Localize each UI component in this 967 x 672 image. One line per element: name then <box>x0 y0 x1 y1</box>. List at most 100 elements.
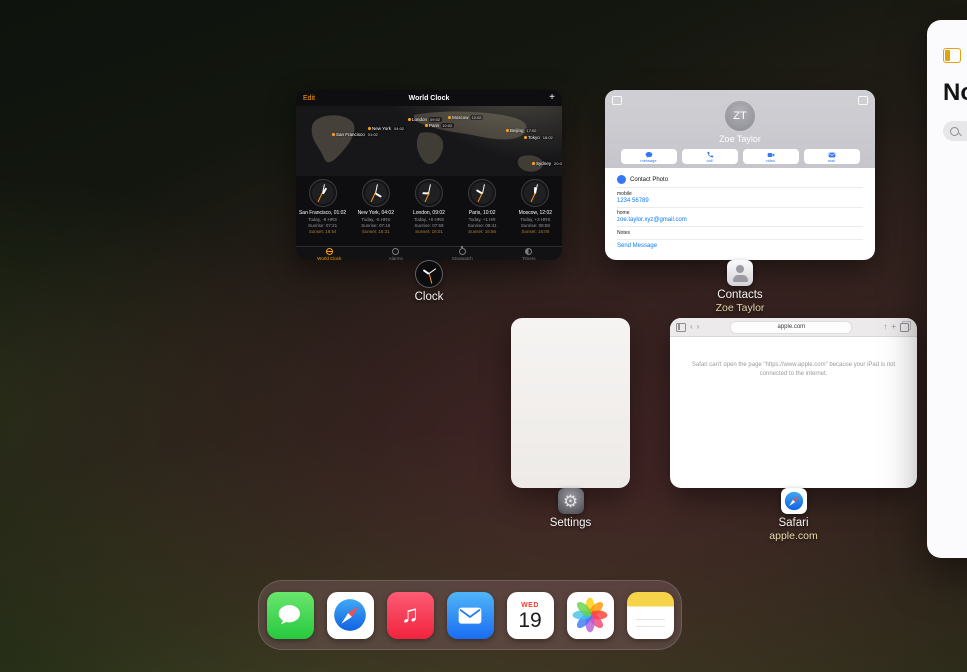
back-icon: ‹ <box>690 323 693 331</box>
phone-number-link: 1234 56789 <box>617 198 863 204</box>
settings-chip: ⚙ Settings <box>511 488 630 529</box>
analog-clock-icon <box>521 179 549 207</box>
map-city-pin: Beijing17:02 <box>506 128 538 133</box>
calendar-day: 19 <box>518 610 541 631</box>
map-city-pin: Sydney20:02 <box>532 161 562 166</box>
app-label: Safari <box>778 517 808 529</box>
notes-row: Notes <box>617 226 863 239</box>
notes-side-panel[interactable]: Notes <box>927 20 967 558</box>
world-clock-item: San Francisco, 01:02 Today, -8 HRS Sunri… <box>296 179 349 246</box>
contact-name: Zoe Taylor <box>719 134 761 144</box>
gear-icon: ⚙ <box>563 493 578 510</box>
app-switcher-screen: Edit World Clock + San Francisco01:02 Ne… <box>0 0 967 672</box>
pin-dot-icon <box>448 116 451 119</box>
app-label: Clock <box>415 291 444 303</box>
calendar-weekday: WED <box>521 602 539 609</box>
address-bar: apple.com <box>703 321 879 334</box>
clock-toolbar: Edit World Clock + <box>296 90 562 106</box>
clock-app-card[interactable]: Edit World Clock + San Francisco01:02 Ne… <box>296 90 562 260</box>
contacts-app-icon[interactable] <box>727 260 753 286</box>
sidebar-toggle-icon[interactable] <box>943 48 961 63</box>
app-sublabel: Zoe Taylor <box>716 302 765 314</box>
safari-app-icon[interactable] <box>781 488 807 514</box>
offline-error-text: Safari can't open the page "https://www.… <box>690 361 897 379</box>
tabs-icon <box>900 323 909 332</box>
edit-icon <box>858 96 868 105</box>
stopwatch-icon <box>459 248 466 255</box>
world-map: San Francisco01:02 New York04:02 London0… <box>296 106 562 176</box>
clock-tab-bar: World Clock Alarms Stopwatch Timers <box>296 246 562 260</box>
globe-icon <box>326 248 333 255</box>
add-city-button: + <box>549 93 555 103</box>
pin-dot-icon <box>506 129 509 132</box>
map-city-pin: London09:02 <box>408 117 442 122</box>
map-city-pin: Paris10:02 <box>425 123 454 128</box>
music-dock-icon[interactable]: ♫ <box>387 592 434 639</box>
clock-app-icon[interactable] <box>415 260 443 288</box>
settings-app-card[interactable] <box>511 318 630 488</box>
tab-world-clock: World Clock <box>296 248 363 261</box>
app-label: Settings <box>550 517 592 529</box>
photos-dock-icon[interactable] <box>567 592 614 639</box>
search-icon <box>950 127 959 136</box>
forward-icon: › <box>697 323 700 331</box>
clock-chip: Clock <box>296 260 562 303</box>
sidebar-toggle-icon <box>612 96 622 105</box>
map-city-pin: New York04:02 <box>368 126 406 131</box>
analog-clock-icon <box>468 179 496 207</box>
avatar: ZT <box>725 101 755 131</box>
pin-dot-icon <box>425 124 428 127</box>
timer-icon <box>525 248 532 255</box>
tab-stopwatch: Stopwatch <box>429 248 496 261</box>
safari-chip: Safari apple.com <box>670 488 917 542</box>
clock-title: World Clock <box>296 95 562 102</box>
pin-dot-icon <box>408 118 411 121</box>
analog-clock-icon <box>362 179 390 207</box>
mail-button: mail <box>804 149 860 164</box>
envelope-icon <box>454 599 486 631</box>
safari-app-card[interactable]: ‹ › apple.com ↑ + Safari can't open the … <box>670 318 917 488</box>
new-tab-icon: + <box>891 323 896 331</box>
contact-details: Contact Photo mobile 1234 56789 home zoe… <box>605 168 875 249</box>
search-input[interactable] <box>943 121 967 141</box>
world-clock-item: New York, 04:02 Today, -5 HRS Sunrise: 0… <box>349 179 402 246</box>
map-city-pin: Moscow12:02 <box>448 115 483 120</box>
contacts-chip: Contacts Zoe Taylor <box>605 260 875 314</box>
app-label: Contacts <box>717 289 762 301</box>
world-clock-row: San Francisco, 01:02 Today, -8 HRS Sunri… <box>296 176 562 246</box>
send-message-link: Send Message <box>617 239 863 249</box>
contact-photo-row: Contact Photo <box>617 172 863 187</box>
video-button: video <box>743 149 799 164</box>
map-city-pin: Tokyo18:02 <box>524 135 554 140</box>
tab-alarms: Alarms <box>363 248 430 261</box>
music-note-icon: ♫ <box>401 603 419 627</box>
safari-toolbar: ‹ › apple.com ↑ + <box>670 318 917 337</box>
contact-header: ZT Zoe Taylor message call video mail <box>605 90 875 168</box>
compass-icon <box>331 596 369 634</box>
compass-icon <box>783 490 805 512</box>
pin-dot-icon <box>532 162 535 165</box>
app-sublabel: apple.com <box>769 530 817 542</box>
contact-actions: message call video mail <box>621 149 860 164</box>
messages-dock-icon[interactable] <box>267 592 314 639</box>
alarm-icon <box>392 248 399 255</box>
email-link: zoe.taylor.xyz@gmail.com <box>617 217 863 223</box>
share-icon: ↑ <box>883 323 887 331</box>
tab-timers: Timers <box>496 248 563 261</box>
pin-dot-icon <box>524 136 527 139</box>
notes-dock-icon[interactable] <box>627 592 674 639</box>
mobile-row: mobile 1234 56789 <box>617 187 863 207</box>
dock: ♫ WED 19 <box>258 580 682 650</box>
calendar-dock-icon[interactable]: WED 19 <box>507 592 554 639</box>
contacts-app-card[interactable]: ZT Zoe Taylor message call video mail <box>605 90 875 260</box>
safari-dock-icon[interactable] <box>327 592 374 639</box>
world-clock-item: Paris, 10:02 Today, +1 HR Sunrise: 08:41… <box>456 179 509 246</box>
home-email-row: home zoe.taylor.xyz@gmail.com <box>617 207 863 227</box>
world-clock-item: London, 09:02 Today, +0 HRS Sunrise: 07:… <box>402 179 455 246</box>
settings-app-icon[interactable]: ⚙ <box>558 488 584 514</box>
world-clock-item: Moscow, 12:02 Today, +3 HRS Sunrise: 08:… <box>509 179 562 246</box>
sidebar-toggle-icon <box>676 323 686 332</box>
pin-dot-icon <box>368 127 371 130</box>
notes-title: Notes <box>943 79 967 107</box>
mail-dock-icon[interactable] <box>447 592 494 639</box>
